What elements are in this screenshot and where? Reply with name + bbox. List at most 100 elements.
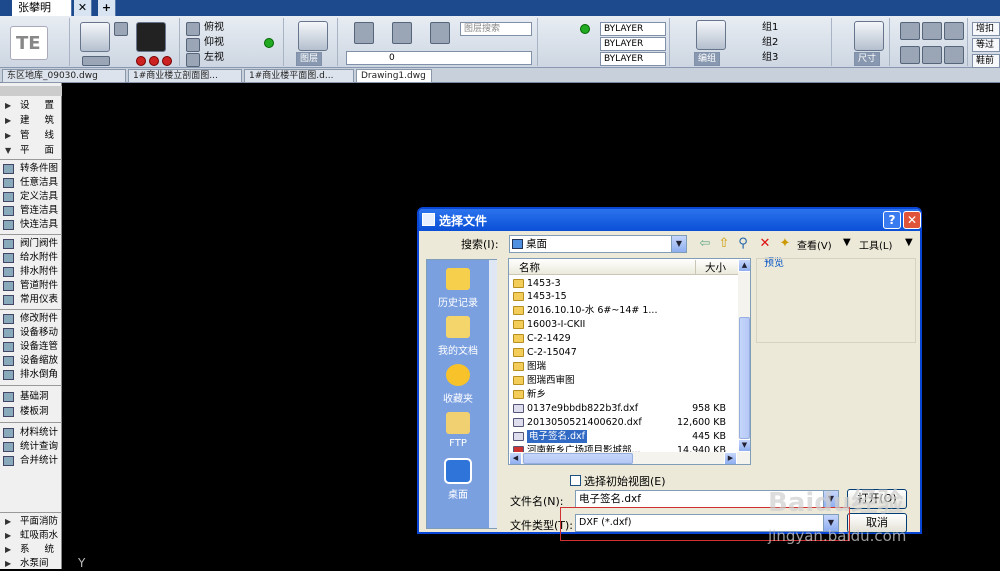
list-item[interactable]: 河南新乡广场项目影城部... 14,940 KB (513, 444, 738, 452)
plot-icon[interactable] (80, 22, 110, 52)
tool-item[interactable]: 统计查询 (0, 440, 62, 454)
orbit-icon[interactable] (186, 53, 200, 67)
place-history[interactable]: 历史记录 (427, 268, 489, 309)
scale-icon[interactable] (944, 22, 964, 40)
doc-tab-3[interactable]: 1#商业楼平面图.d... (244, 69, 354, 83)
current-layer-select[interactable]: 0 (346, 51, 532, 65)
section-architecture[interactable]: ▶ 建 筑 (0, 114, 62, 128)
group-item-1[interactable]: 组1 (762, 22, 778, 34)
scroll-left-icon[interactable]: ◀ (509, 452, 522, 464)
tool-item[interactable]: 管连洁具 (0, 204, 62, 218)
tool-item[interactable]: 楼板洞 (0, 405, 62, 419)
tool-item[interactable]: 快连洁具 (0, 218, 62, 232)
layer-search-input[interactable]: 图层搜索 (460, 22, 532, 36)
stop-icon[interactable] (136, 56, 146, 66)
column-size[interactable]: 大小 (705, 260, 726, 275)
dimension-icon[interactable] (854, 21, 884, 51)
viewport-icon[interactable] (136, 22, 166, 52)
move-icon[interactable] (900, 22, 920, 40)
doc-tab-2[interactable]: 1#商业楼立剖面图... (128, 69, 242, 83)
tool-item[interactable]: 管道附件 (0, 279, 62, 293)
dialog-title-bar[interactable]: 选择文件 ? ✕ (419, 209, 921, 231)
section-settings[interactable]: ▶ 设 置 (0, 99, 62, 113)
list-item[interactable]: 0137e9bbdb822b3f.dxf 958 KB (513, 402, 738, 415)
tool-item[interactable]: 定义洁具 (0, 190, 62, 204)
scroll-right-icon[interactable]: ▶ (724, 452, 737, 464)
tool-item[interactable]: 设备移动 (0, 326, 62, 340)
list-item[interactable]: 16003-I-CKII (513, 318, 738, 331)
list-item[interactable]: 新乡 (513, 388, 738, 401)
color-bylayer-select[interactable]: BYLAYER (600, 22, 666, 36)
linetype-bylayer-select[interactable]: BYLAYER (600, 37, 666, 51)
place-favorites[interactable]: 收藏夹 (427, 364, 489, 405)
view-bottom-button[interactable]: 仰视 (204, 37, 224, 49)
layer-label[interactable]: 图层 (296, 52, 323, 66)
scroll-up-icon[interactable]: ▲ (738, 259, 750, 272)
layer-iso-icon[interactable] (392, 22, 412, 44)
list-item-selected[interactable]: 电子签名.dxf 445 KB (513, 430, 738, 443)
list-item[interactable]: 1453-15 (513, 290, 738, 303)
lookin-select[interactable]: 桌面 ▼ (509, 235, 687, 253)
user-tab[interactable]: 张攀明 (12, 0, 72, 16)
initial-view-checkbox[interactable]: 选择初始视图(E) (570, 473, 666, 489)
file-list-horizontal-scrollbar[interactable]: ◀ ▶ (509, 452, 738, 464)
doc-tab-4[interactable]: Drawing1.dwg (356, 69, 432, 83)
tool-item[interactable]: 排水附件 (0, 265, 62, 279)
column-name[interactable]: 名称 (519, 260, 540, 275)
list-item[interactable]: 图瑞西审图 (513, 374, 738, 387)
place-ftp[interactable]: FTP (427, 412, 489, 449)
list-item[interactable]: 1453-3 (513, 277, 738, 290)
section-siphon[interactable]: ▶ 虹吸雨水 (0, 529, 62, 543)
dimension-button[interactable]: 尺寸 (854, 52, 881, 66)
tool-item[interactable]: 给水附件 (0, 251, 62, 265)
search-web-icon[interactable]: ⚲ (735, 236, 751, 252)
list-item[interactable]: 2013050521400620.dxf 12,600 KB (513, 416, 738, 429)
layer-match-icon[interactable] (430, 22, 450, 44)
stop-icon[interactable] (162, 56, 172, 66)
list-item[interactable]: C-2-1429 (513, 332, 738, 345)
lineweight-bylayer-select[interactable]: BYLAYER (600, 52, 666, 66)
tool-item[interactable]: 设备缩放 (0, 354, 62, 368)
offset-icon[interactable] (944, 46, 964, 64)
layer-state-icon[interactable] (354, 22, 374, 44)
column-divider[interactable] (695, 260, 696, 274)
tool-item[interactable]: 合并统计 (0, 454, 62, 468)
back-icon[interactable]: ⇦ (697, 236, 713, 252)
views-menu[interactable]: 查看(V) (797, 237, 832, 252)
app-logo-icon[interactable]: TE (10, 26, 48, 60)
visual-style-icon[interactable] (264, 38, 274, 48)
tool-item[interactable]: 排水倒角 (0, 368, 62, 382)
tool-item[interactable]: 设备连管 (0, 340, 62, 354)
places-scrollbar[interactable] (489, 260, 497, 528)
rotate-icon[interactable] (922, 22, 942, 40)
group-item-3[interactable]: 组3 (762, 52, 778, 64)
pan-icon[interactable] (186, 38, 200, 52)
file-list-vertical-scrollbar[interactable]: ▲ ▼ (738, 259, 750, 464)
props-icon[interactable] (580, 24, 590, 34)
list-item[interactable]: C-2-15047 (513, 346, 738, 359)
undo-redo-icon[interactable] (82, 56, 110, 66)
view-left-button[interactable]: 左视 (204, 52, 224, 64)
up-folder-icon[interactable]: ⇧ (716, 236, 732, 252)
right-button-2[interactable]: 等过 (972, 38, 1000, 52)
close-icon[interactable]: ✕ (903, 211, 921, 229)
place-my-documents[interactable]: 我的文档 (427, 316, 489, 357)
stop-icon[interactable] (149, 56, 159, 66)
section-system[interactable]: ▶ 系 统 (0, 543, 62, 557)
tool-item[interactable]: 修改附件 (0, 312, 62, 326)
circle-icon[interactable] (900, 46, 920, 64)
section-pipeline[interactable]: ▶ 管 线 (0, 129, 62, 143)
scroll-thumb[interactable] (739, 317, 750, 439)
delete-icon[interactable]: ✕ (757, 236, 773, 252)
tool-item[interactable]: 阀门阀件 (0, 237, 62, 251)
list-item[interactable]: 2016.10.10-水 6#~14# 1... (513, 304, 738, 317)
section-plan[interactable]: ▼ 平 面 (0, 144, 62, 158)
group-edit-button[interactable]: 编组 (694, 52, 721, 66)
zoom-icon[interactable] (186, 22, 200, 36)
checkbox-box[interactable] (570, 475, 581, 486)
right-button-1[interactable]: 增扣 (972, 22, 1000, 36)
tools-menu[interactable]: 工具(L) (859, 237, 892, 252)
mirror-icon[interactable] (922, 46, 942, 64)
tool-item[interactable]: 常用仪表 (0, 293, 62, 307)
tool-item[interactable]: 材料统计 (0, 426, 62, 440)
